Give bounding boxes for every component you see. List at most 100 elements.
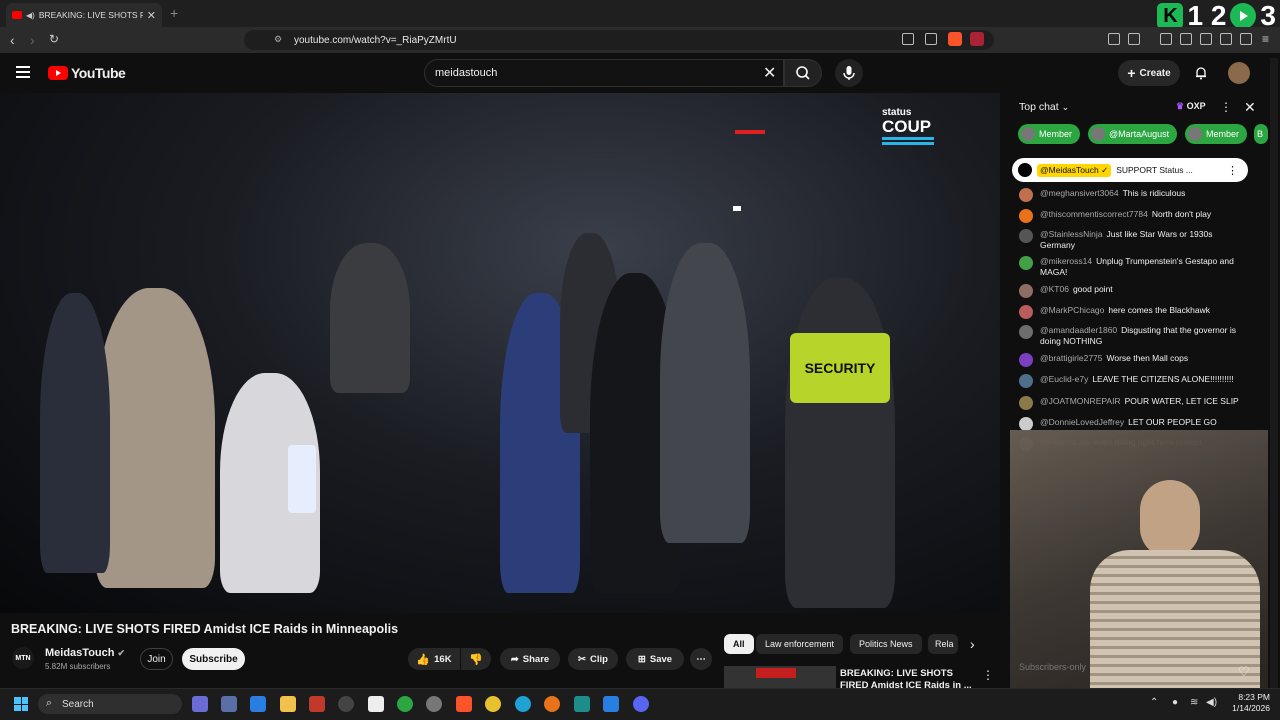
chat-message[interactable]: @JOATMONREPAIR POUR WATER, LET ICE SLIP (1019, 396, 1247, 410)
chat-author[interactable]: @MarkPChicago (1040, 305, 1104, 315)
brave-rewards-icon[interactable] (970, 32, 984, 46)
extensions-icon[interactable] (1108, 33, 1120, 45)
obs-icon[interactable] (574, 696, 590, 712)
browser-tab[interactable]: ◀) BREAKING: LIVE SHOTS FIRED ✕ (6, 3, 162, 27)
share-button[interactable]: ➦ Share (500, 648, 560, 670)
url-field[interactable]: youtube.com/watch?v=_RiaPyZMrtU (244, 30, 994, 50)
search-button[interactable] (784, 59, 822, 87)
youtube-logo[interactable]: YouTube (48, 65, 126, 81)
reload-icon[interactable]: ↻ (49, 32, 59, 46)
recommended-menu-icon[interactable]: ⋮ (982, 668, 994, 682)
discord-icon[interactable] (633, 696, 649, 712)
chip-related[interactable]: Rela (928, 634, 958, 654)
recommended-thumbnail[interactable] (724, 666, 836, 688)
new-tab-button[interactable]: + (170, 5, 178, 21)
taskbar-app-icon[interactable] (338, 696, 354, 712)
chat-author[interactable]: @StainlessNinja (1040, 229, 1103, 239)
windows-start-icon[interactable] (14, 697, 28, 711)
voice-search-button[interactable] (835, 59, 863, 87)
heart-reaction-icon[interactable]: ♡ (1238, 664, 1250, 680)
tray-chevron-icon[interactable]: ⌃ (1150, 697, 1158, 708)
chat-message[interactable]: @amandaadler1860 Disgusting that the gove… (1019, 325, 1247, 347)
chat-message[interactable]: @brattigirle2775 Worse then Mall cops (1019, 353, 1247, 367)
chat-author[interactable]: @meghansivert3064 (1040, 188, 1119, 198)
taskbar-app-icon[interactable] (368, 696, 384, 712)
cast-icon[interactable] (902, 33, 914, 45)
save-button[interactable]: ⊞ Save (626, 648, 684, 670)
account-avatar[interactable] (1228, 62, 1250, 84)
chat-author[interactable]: @Euclid-e7y (1040, 374, 1088, 384)
chat-message[interactable]: @mikeross14 Unplug Trumpenstein's Gestapo… (1019, 256, 1247, 278)
chat-message[interactable]: @Euclid-e7y LEAVE THE CITIZENS ALONE!!!!!… (1019, 374, 1247, 388)
chip-politics-news[interactable]: Politics News (850, 634, 922, 654)
firefox-icon[interactable] (544, 696, 560, 712)
wifi-icon[interactable]: ≋ (1190, 697, 1198, 708)
search-input[interactable]: meidastouch (424, 59, 784, 87)
member-chip[interactable]: @MartaAugust (1088, 124, 1178, 144)
taskbar-clock[interactable]: 8:23 PM 1/14/2026 (1224, 692, 1270, 714)
like-button[interactable]: 👍 16K (408, 648, 460, 670)
chip-all[interactable]: All (724, 634, 754, 654)
join-button[interactable]: Join (140, 648, 173, 670)
oxp-badge[interactable]: ♛ OXP (1176, 101, 1206, 112)
chat-message[interactable]: @DonnieLovedJeffrey LET OUR PEOPLE GO (1019, 417, 1247, 431)
back-icon[interactable]: ‹ (10, 32, 15, 48)
chat-author[interactable]: @mikeross14 (1040, 256, 1092, 266)
vscode-icon[interactable] (603, 696, 619, 712)
taskbar-app-icon[interactable] (250, 696, 266, 712)
chrome-icon[interactable] (485, 696, 501, 712)
close-chat-icon[interactable]: ✕ (1244, 99, 1256, 116)
chat-author[interactable]: @JOATMONREPAIR (1040, 396, 1121, 406)
chat-message[interactable]: @MarkPChicago here comes the Blackhawk (1019, 305, 1247, 319)
top-chat-selector[interactable]: Top chat ⌄ (1019, 101, 1069, 113)
pinned-menu-icon[interactable]: ⋮ (1227, 164, 1238, 177)
chat-message[interactable]: @meghansivert3064 This is ridiculous (1019, 188, 1247, 202)
speaker-icon[interactable]: ◀) (26, 11, 35, 20)
browser-menu-icon[interactable]: ≡ (1262, 32, 1269, 46)
close-tab-icon[interactable]: ✕ (147, 9, 156, 22)
vpn-icon[interactable] (1240, 33, 1252, 45)
member-chip[interactable]: Member (1185, 124, 1248, 144)
chat-message[interactable]: @StainlessNinja Just like Star Wars or 19… (1019, 229, 1247, 251)
taskbar-app-icon[interactable] (192, 696, 208, 712)
notifications-bell-icon[interactable] (1194, 66, 1208, 80)
chat-author[interactable]: @thiscommentiscorrect7784 (1040, 209, 1148, 219)
site-info-icon[interactable]: ⚙ (274, 34, 282, 45)
clip-button[interactable]: ✂ Clip (568, 648, 618, 670)
channel-name[interactable]: MeidasTouch ✔ (45, 647, 125, 659)
forward-icon[interactable]: › (30, 32, 35, 48)
brave-icon[interactable] (456, 696, 472, 712)
reader-icon[interactable] (1180, 33, 1192, 45)
chat-author[interactable]: @KT06 (1040, 284, 1069, 294)
more-actions-button[interactable]: ⋯ (690, 648, 712, 670)
chat-message[interactable]: @thiscommentiscorrect7784 North don't pla… (1019, 209, 1247, 223)
file-explorer-icon[interactable] (280, 696, 296, 712)
share-page-icon[interactable] (925, 33, 937, 45)
dislike-button[interactable]: 👎 (461, 648, 491, 670)
mic-tray-icon[interactable]: ● (1172, 697, 1178, 708)
video-player[interactable]: SECURITY (0, 93, 1000, 613)
taskbar-search[interactable]: Search (38, 694, 182, 714)
taskbar-app-icon[interactable] (426, 696, 442, 712)
leo-icon[interactable] (1220, 33, 1232, 45)
member-chip[interactable]: B (1254, 124, 1268, 144)
brave-shield-icon[interactable] (948, 32, 962, 46)
chat-input[interactable]: Subscribers-only (1019, 662, 1086, 672)
taskbar-app-icon[interactable] (309, 696, 325, 712)
chat-menu-icon[interactable]: ⋮ (1220, 100, 1232, 114)
taskbar-app-icon[interactable] (221, 696, 237, 712)
sidebar-icon[interactable] (1128, 33, 1140, 45)
taskbar-app-icon[interactable] (397, 696, 413, 712)
edge-icon[interactable] (515, 696, 531, 712)
member-chip[interactable]: Member (1018, 124, 1081, 144)
volume-icon[interactable]: ◀) (1206, 697, 1217, 708)
channel-avatar[interactable]: MTN (12, 647, 34, 669)
chat-author[interactable]: @amandaadler1860 (1040, 325, 1117, 335)
wallet-icon[interactable] (1200, 33, 1212, 45)
chat-message[interactable]: @KT06 good point (1019, 284, 1247, 298)
chat-author[interactable]: @DonnieLovedJeffrey (1040, 417, 1124, 427)
media-icon[interactable] (1160, 33, 1172, 45)
page-scrollbar[interactable] (1270, 58, 1278, 688)
subscribe-button[interactable]: Subscribe (182, 648, 245, 670)
pinned-message[interactable]: @MeidasTouch ✓ SUPPORT Status ... ⋮ (1012, 158, 1248, 182)
